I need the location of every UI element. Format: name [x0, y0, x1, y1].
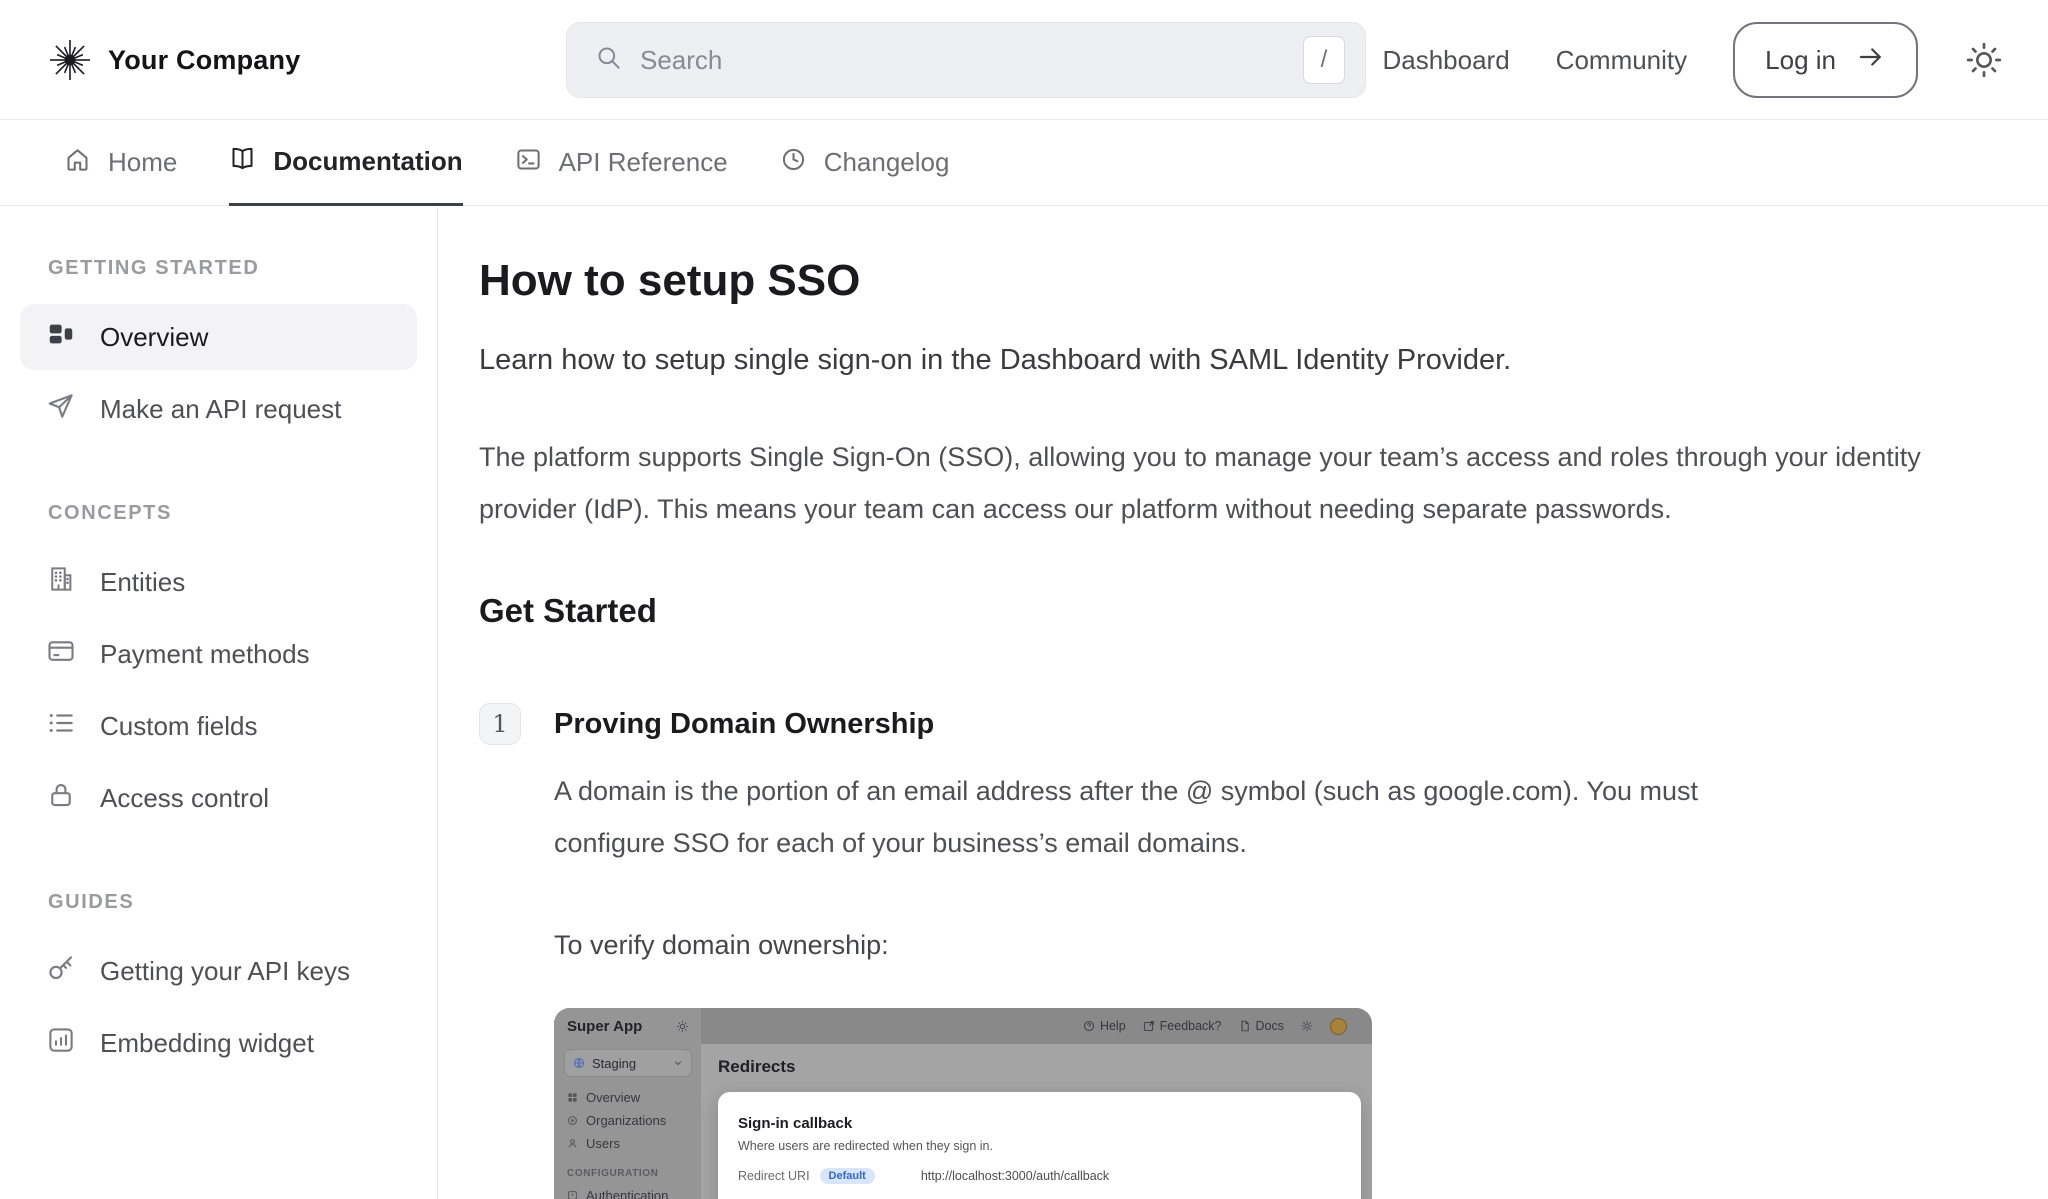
nav-link-dashboard[interactable]: Dashboard	[1382, 45, 1509, 76]
sidebar-item-make-api-request[interactable]: Make an API request	[20, 376, 417, 442]
doc-content: How to setup SSO Learn how to setup sing…	[439, 207, 2048, 1199]
building-icon	[46, 564, 76, 601]
sidebar-item-overview[interactable]: Overview	[20, 304, 417, 370]
ss-default-badge: Default	[820, 1168, 875, 1184]
slash-shortcut-key: /	[1303, 36, 1345, 84]
ss-gear-icon	[676, 1020, 689, 1033]
ss-brand-name: Super App	[567, 1018, 642, 1035]
ss-nav-label: Users	[586, 1136, 620, 1151]
ss-main-area: Redirects Sign-in callback Where users a…	[701, 1044, 1372, 1199]
sidebar-section-guides: GUIDES	[48, 891, 417, 914]
sidebar-item-entities[interactable]: Entities	[20, 549, 417, 615]
page-subtitle: Learn how to setup single sign-on in the…	[479, 341, 2048, 379]
ss-sidebar: Super App Staging Overview	[554, 1008, 701, 1199]
sidebar-item-label: Getting your API keys	[100, 956, 350, 987]
lock-icon	[46, 780, 76, 817]
tab-changelog-label: Changelog	[824, 147, 950, 178]
ss-avatar	[1330, 1018, 1347, 1035]
ss-nav-overview: Overview	[554, 1086, 701, 1109]
tab-home[interactable]: Home	[64, 120, 177, 205]
nav-link-community[interactable]: Community	[1556, 45, 1687, 76]
search-bar[interactable]: /	[566, 22, 1366, 98]
ss-chevron-down-icon	[673, 1058, 683, 1068]
ss-nav-label: Authentication	[586, 1188, 668, 1199]
sidebar-item-label: Entities	[100, 567, 185, 598]
sidebar-item-custom-fields[interactable]: Custom fields	[20, 693, 417, 759]
ss-help-link: Help	[1083, 1019, 1126, 1033]
ss-nav-label: Organizations	[586, 1113, 666, 1128]
page-title: How to setup SSO	[479, 255, 2048, 307]
sidebar-section-concepts: CONCEPTS	[48, 502, 417, 525]
starburst-logo-icon	[48, 38, 92, 82]
ss-nav-organizations: Organizations	[554, 1109, 701, 1132]
sidebar-item-getting-api-keys[interactable]: Getting your API keys	[20, 938, 417, 1004]
ss-redirect-url: http://localhost:3000/auth/callback	[921, 1169, 1109, 1183]
open-book-icon	[229, 145, 256, 179]
primary-tabbar: Home Documentation API Reference Changel…	[0, 120, 2048, 206]
top-header: Your Company / Dashboard Community Log i…	[0, 0, 2048, 120]
ss-page-title: Redirects	[718, 1057, 1372, 1077]
clock-icon	[780, 146, 807, 180]
sidebar-item-label: Embedding widget	[100, 1028, 314, 1059]
get-started-heading: Get Started	[479, 591, 2048, 631]
sidebar-item-label: Overview	[100, 322, 208, 353]
step-lead-in: To verify domain ownership:	[554, 919, 2048, 971]
ss-theme-sun-icon	[1301, 1020, 1313, 1032]
sidebar-item-label: Custom fields	[100, 711, 258, 742]
doc-sidebar: GETTING STARTED Overview Make an API req…	[0, 207, 438, 1199]
key-icon	[46, 953, 76, 990]
ss-environment-select: Staging	[564, 1049, 692, 1077]
sidebar-item-label: Make an API request	[100, 394, 341, 425]
tab-api-reference-label: API Reference	[559, 147, 728, 178]
embedded-screenshot: Help Feedback? Docs Super App	[554, 1008, 1372, 1199]
home-icon	[64, 146, 91, 180]
sidebar-item-payment-methods[interactable]: Payment methods	[20, 621, 417, 687]
list-icon	[46, 708, 76, 745]
ss-globe-icon	[573, 1057, 585, 1069]
sidebar-item-embedding-widget[interactable]: Embedding widget	[20, 1010, 417, 1076]
tab-api-reference[interactable]: API Reference	[515, 120, 728, 205]
ss-card-title: Sign-in callback	[738, 1115, 1341, 1132]
search-icon	[595, 44, 622, 76]
tab-changelog[interactable]: Changelog	[780, 120, 950, 205]
intro-paragraph: The platform supports Single Sign-On (SS…	[479, 431, 1931, 535]
search-input[interactable]	[640, 45, 1303, 76]
login-button-label: Log in	[1765, 45, 1836, 76]
ss-feedback-label: Feedback?	[1160, 1019, 1222, 1033]
step-title: Proving Domain Ownership	[554, 708, 934, 741]
ss-feedback-link: Feedback?	[1143, 1019, 1222, 1033]
tab-home-label: Home	[108, 147, 177, 178]
ss-nav-authentication: Authentication	[554, 1184, 701, 1199]
tab-documentation[interactable]: Documentation	[229, 120, 462, 206]
arrow-right-icon	[1856, 42, 1886, 79]
sidebar-item-access-control[interactable]: Access control	[20, 765, 417, 831]
login-button[interactable]: Log in	[1733, 22, 1918, 98]
sidebar-section-getting-started: GETTING STARTED	[48, 257, 417, 280]
ss-docs-link: Docs	[1239, 1019, 1284, 1033]
sidebar-item-label: Access control	[100, 783, 269, 814]
terminal-icon	[515, 146, 542, 180]
sidebar-item-label: Payment methods	[100, 639, 310, 670]
credit-card-icon	[46, 636, 76, 673]
ss-card-description: Where users are redirected when they sig…	[738, 1139, 1341, 1153]
step-body: A domain is the portion of an email addr…	[554, 765, 1799, 869]
brand-name: Your Company	[108, 45, 300, 76]
ss-nav-label: Overview	[586, 1090, 640, 1105]
ss-redirect-uri-label: Redirect URI	[738, 1169, 810, 1183]
step-number-badge: 1	[479, 703, 521, 745]
ss-environment-label: Staging	[592, 1056, 666, 1071]
ss-config-section-header: CONFIGURATION	[567, 1168, 701, 1179]
theme-toggle-sun-icon[interactable]	[1964, 40, 2004, 80]
ss-nav-users: Users	[554, 1132, 701, 1155]
tab-documentation-label: Documentation	[273, 146, 462, 177]
bar-chart-box-icon	[46, 1025, 76, 1062]
ss-docs-label: Docs	[1256, 1019, 1284, 1033]
paper-plane-icon	[46, 391, 76, 428]
brand[interactable]: Your Company	[48, 0, 300, 120]
ss-help-label: Help	[1100, 1019, 1126, 1033]
ss-signin-callback-card: Sign-in callback Where users are redirec…	[718, 1092, 1361, 1199]
dashboard-overview-icon	[46, 319, 76, 356]
